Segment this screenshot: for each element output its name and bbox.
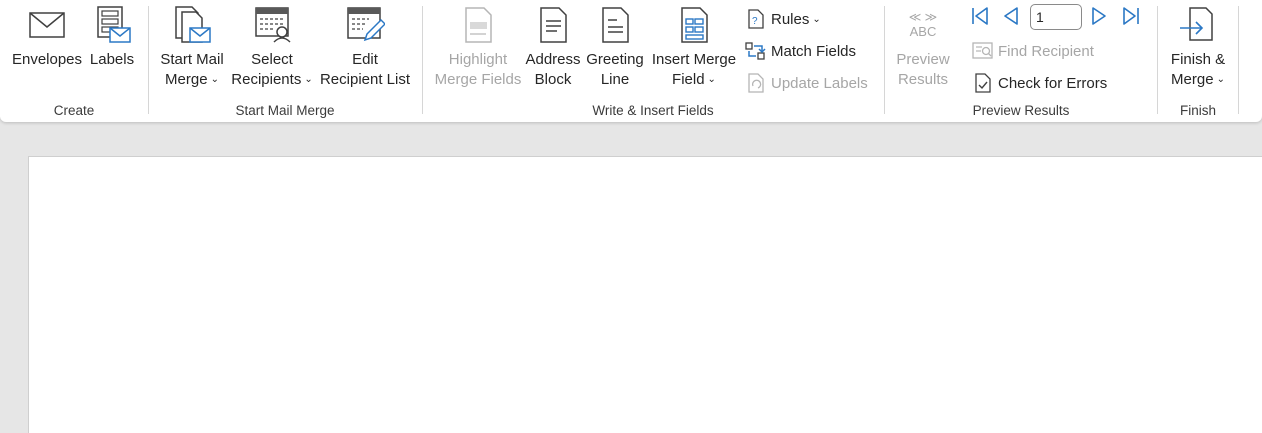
preview-results-label: Preview Results (896, 51, 950, 88)
address-block-icon (533, 4, 573, 46)
envelopes-label: Envelopes (11, 51, 83, 68)
rules-button[interactable]: ? Rules ⌄ (745, 6, 821, 32)
finish-merge-label: Finish & Merge ⌄ (1170, 51, 1226, 88)
labels-button[interactable]: Labels (88, 4, 136, 92)
start-mail-merge-label: Start Mail Merge ⌄ (160, 51, 224, 88)
find-recipient-button[interactable]: Find Recipient (972, 38, 1094, 64)
insert-merge-field-icon (674, 4, 714, 46)
group-write-insert-fields-label: Write & Insert Fields (592, 103, 714, 118)
match-fields-label: Match Fields (771, 42, 857, 60)
mailings-ribbon: Envelopes Labels Create Start Mail Merge ⌄… (0, 0, 1262, 122)
previous-record-button[interactable] (999, 6, 1023, 30)
highlight-merge-fields-label: Highlight Merge Fields (434, 51, 522, 88)
select-recipients-label: Select Recipients ⌄ (231, 51, 313, 88)
select-recipients-button[interactable]: Select Recipients ⌄ (231, 4, 313, 92)
update-labels-button[interactable]: Update Labels (745, 70, 868, 96)
envelopes-button[interactable]: Envelopes (12, 4, 82, 92)
match-fields-icon (745, 40, 767, 62)
insert-merge-field-label: Insert Merge Field ⌄ (651, 51, 737, 88)
check-for-errors-button[interactable]: Check for Errors (972, 70, 1107, 96)
greeting-line-icon (595, 4, 635, 46)
highlight-merge-fields-button[interactable]: Highlight Merge Fields (433, 4, 523, 92)
start-mail-merge-button[interactable]: Start Mail Merge ⌄ (157, 4, 227, 92)
select-recipients-icon (252, 4, 292, 46)
rules-icon: ? (745, 8, 767, 30)
preview-results-icon: ≪ ≫ ABC (903, 4, 943, 46)
group-start-mail-merge-label: Start Mail Merge (235, 103, 335, 118)
finish-merge-icon (1178, 4, 1218, 46)
document-page[interactable] (28, 156, 1262, 433)
finish-merge-button[interactable]: Finish & Merge ⌄ (1162, 4, 1234, 92)
group-finish: Finish & Merge ⌄ Finish (1158, 0, 1238, 122)
greeting-line-label: Greeting Line (586, 51, 644, 88)
last-record-button[interactable] (1119, 6, 1143, 30)
group-preview-results-label: Preview Results (972, 103, 1070, 118)
rules-label: Rules (771, 10, 810, 28)
preview-abc: ABC (909, 24, 937, 39)
greeting-line-button[interactable]: Greeting Line (585, 4, 645, 92)
find-recipient-label: Find Recipient (998, 42, 1094, 60)
preview-glyph: ≪ ≫ (908, 10, 938, 24)
first-record-button[interactable] (968, 6, 992, 30)
next-record-button[interactable] (1087, 6, 1111, 30)
check-for-errors-label: Check for Errors (998, 74, 1108, 92)
last-record-icon (1121, 6, 1141, 31)
find-recipient-icon (972, 40, 994, 62)
edit-recipient-list-label: Edit Recipient List (319, 51, 411, 88)
group-start-mail-merge: Start Mail Merge ⌄ Select Recipients ⌄ Edit R… (149, 0, 421, 122)
insert-merge-field-button[interactable]: Insert Merge Field ⌄ (649, 4, 739, 92)
address-block-button[interactable]: Address Block (523, 4, 583, 92)
record-number-input[interactable] (1030, 4, 1082, 30)
group-finish-label: Finish (1179, 103, 1216, 118)
check-for-errors-icon (972, 72, 994, 94)
group-create-label: Create (53, 103, 95, 118)
next-record-icon (1089, 6, 1109, 31)
address-block-label: Address Block (525, 51, 581, 88)
labels-label: Labels (89, 51, 135, 68)
group-write-insert-fields: Highlight Merge Fields Address Block Greet… (423, 0, 883, 122)
envelope-icon (27, 4, 67, 46)
start-mail-merge-icon (172, 4, 212, 46)
group-create: Envelopes Labels Create (0, 0, 148, 122)
previous-record-icon (1001, 6, 1021, 31)
update-labels-label: Update Labels (771, 74, 868, 92)
highlight-merge-fields-icon (458, 4, 498, 46)
svg-text:?: ? (752, 16, 758, 27)
separator (1238, 6, 1239, 114)
match-fields-button[interactable]: Match Fields (745, 38, 856, 64)
update-labels-icon (745, 72, 767, 94)
edit-recipient-list-icon (345, 4, 385, 46)
edit-recipient-list-button[interactable]: Edit Recipient List (319, 4, 411, 92)
preview-results-button[interactable]: ≪ ≫ ABC Preview Results (889, 4, 957, 92)
labels-icon (92, 4, 132, 46)
first-record-icon (970, 6, 990, 31)
